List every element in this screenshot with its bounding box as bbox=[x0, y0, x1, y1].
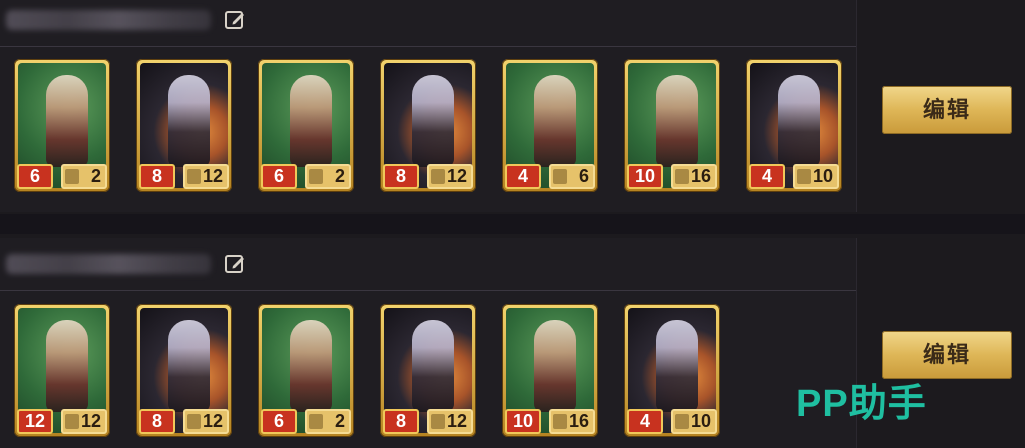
power-badge: 10 bbox=[671, 409, 717, 434]
hero-card[interactable]: 62 bbox=[258, 59, 354, 192]
power-badge: 2 bbox=[61, 164, 107, 189]
hero-card[interactable]: 8 12 bbox=[136, 304, 232, 437]
power-badge: 12 bbox=[183, 164, 229, 189]
deck-header bbox=[0, 238, 856, 291]
cost-badge: 8 bbox=[383, 409, 419, 434]
hero-card[interactable]: 10 16 bbox=[502, 304, 598, 437]
power-badge: 12 bbox=[427, 164, 473, 189]
power-badge: 12 bbox=[61, 409, 107, 434]
power-badge: 6 bbox=[549, 164, 595, 189]
deck-name-blurred bbox=[6, 254, 211, 274]
deck-header bbox=[0, 0, 856, 47]
hero-card[interactable]: 8 12 bbox=[136, 59, 232, 192]
cost-badge: 10 bbox=[505, 409, 541, 434]
hero-card[interactable]: 12 12 bbox=[14, 304, 110, 437]
cost-badge: 12 bbox=[17, 409, 53, 434]
hero-card[interactable]: 8 12 bbox=[380, 304, 476, 437]
hero-card[interactable]: 4 10 bbox=[624, 304, 720, 437]
cost-badge: 10 bbox=[627, 164, 663, 189]
cost-badge: 8 bbox=[139, 164, 175, 189]
hero-card[interactable]: 4 10 bbox=[746, 59, 842, 192]
power-badge: 16 bbox=[671, 164, 717, 189]
power-badge: 12 bbox=[427, 409, 473, 434]
cost-badge: 6 bbox=[261, 409, 297, 434]
hero-card[interactable]: 62 bbox=[258, 304, 354, 437]
cost-badge: 8 bbox=[383, 164, 419, 189]
hero-card[interactable]: 10 16 bbox=[624, 59, 720, 192]
cost-badge: 4 bbox=[749, 164, 785, 189]
power-badge: 2 bbox=[305, 409, 351, 434]
watermark-logo: PP助手 bbox=[796, 383, 927, 425]
hero-card[interactable]: 46 bbox=[502, 59, 598, 192]
deck-panel-1: 6 2 8 12 6 2 8 12 4 6 10 16 4 10 bbox=[0, 0, 857, 212]
deck-panel-2: 12 12 8 12 6 2 8 12 10 16 4 10 bbox=[0, 238, 857, 448]
pencil-square-icon[interactable] bbox=[223, 8, 247, 32]
power-badge: 10 bbox=[793, 164, 839, 189]
cost-badge: 6 bbox=[17, 164, 53, 189]
hero-card[interactable]: 8 12 bbox=[380, 59, 476, 192]
power-badge: 2 bbox=[305, 164, 351, 189]
cost-badge: 8 bbox=[139, 409, 175, 434]
edit-deck-button-1[interactable]: 编辑 bbox=[882, 86, 1012, 134]
cost-badge: 4 bbox=[505, 164, 541, 189]
section-divider bbox=[0, 214, 1025, 234]
cost-badge: 6 bbox=[261, 164, 297, 189]
cost-badge: 4 bbox=[627, 409, 663, 434]
power-badge: 16 bbox=[549, 409, 595, 434]
pencil-square-icon[interactable] bbox=[223, 252, 247, 276]
power-badge: 12 bbox=[183, 409, 229, 434]
hero-card[interactable]: 62 bbox=[14, 59, 110, 192]
deck-name-blurred bbox=[6, 10, 211, 30]
